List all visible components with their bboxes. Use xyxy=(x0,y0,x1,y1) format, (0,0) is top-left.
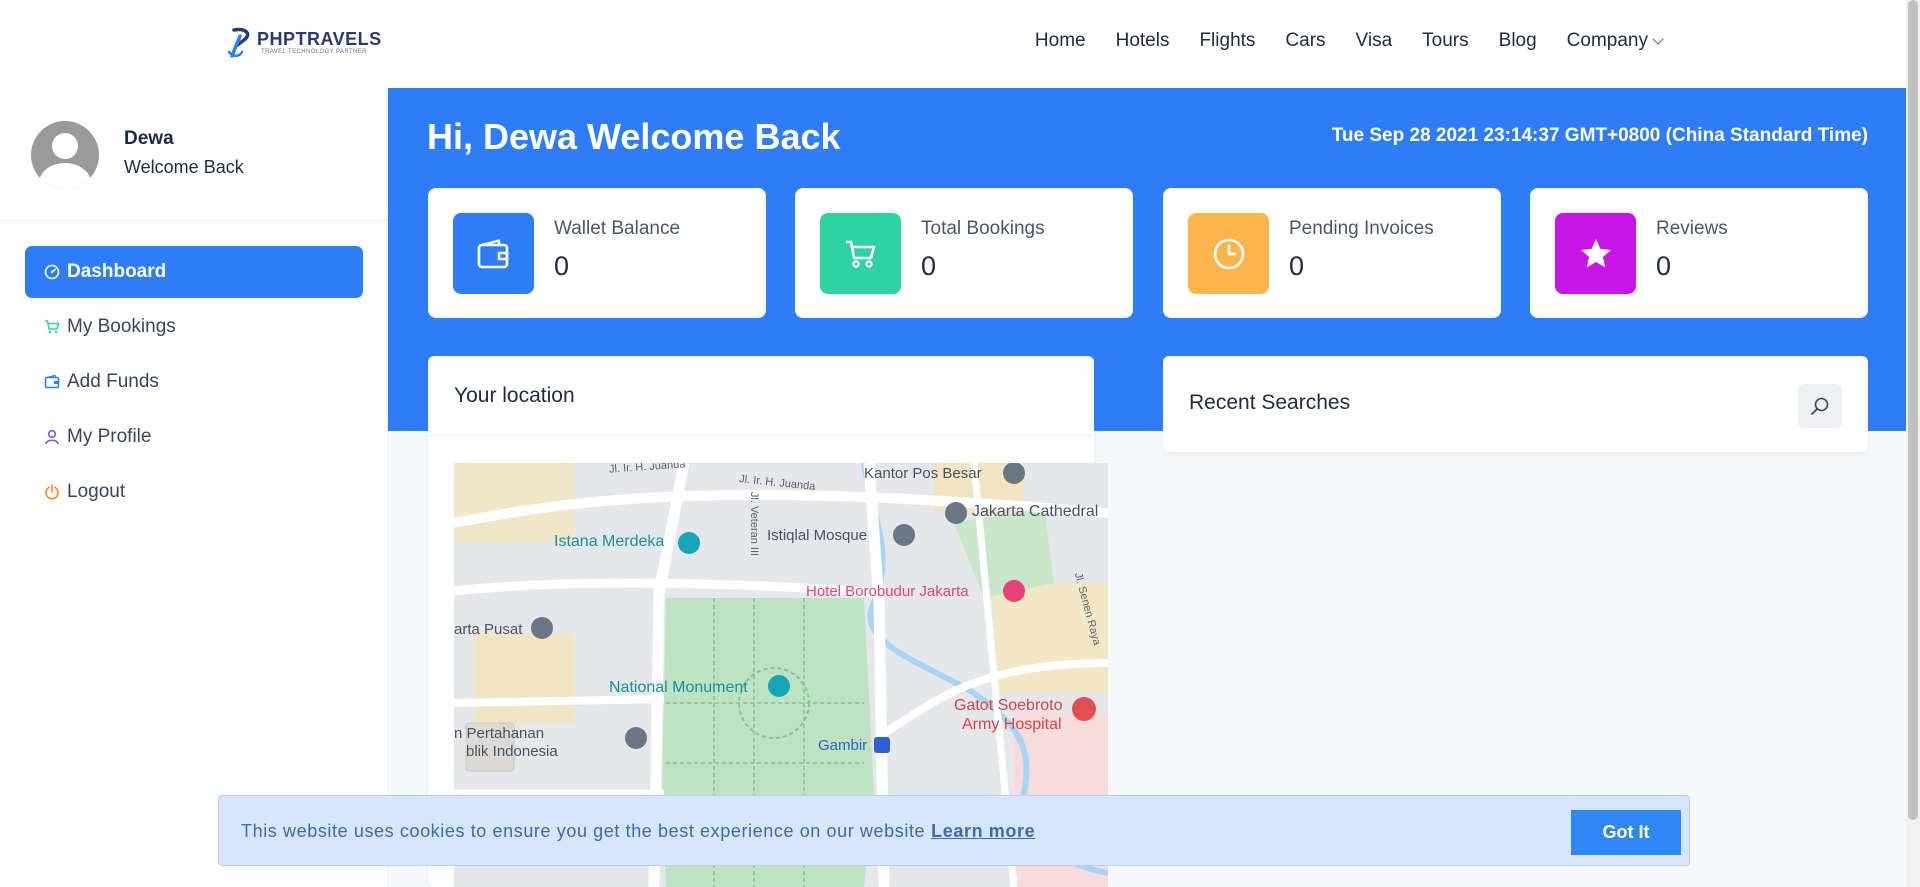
page-title: Hi, Dewa Welcome Back xyxy=(427,116,841,157)
power-icon xyxy=(43,483,61,501)
nav-home[interactable]: Home xyxy=(1035,30,1086,52)
got-it-button[interactable]: Got It xyxy=(1571,810,1681,855)
sidebar-item-label: My Bookings xyxy=(67,316,176,337)
cart-icon xyxy=(820,213,901,294)
stat-value: 0 xyxy=(554,251,570,281)
stat-label: Pending Invoices xyxy=(1289,218,1434,239)
search-icon xyxy=(1811,397,1829,415)
cookie-message-text: This website uses cookies to ensure you … xyxy=(241,821,926,841)
logo-icon xyxy=(227,27,250,58)
profile-card: Dewa Welcome Back xyxy=(0,88,387,221)
sidebar-menu: Dashboard My Bookings Add Funds My Profi… xyxy=(25,246,363,521)
sidebar-item-label: Logout xyxy=(67,481,126,502)
nav-hotels[interactable]: Hotels xyxy=(1116,30,1170,52)
brand-tagline: TRAVEL TECHNOLOGY PARTNER xyxy=(261,49,367,55)
location-title: Your location xyxy=(454,384,575,407)
stat-label: Wallet Balance xyxy=(554,218,681,239)
profile-name: Dewa xyxy=(124,128,174,149)
avatar xyxy=(31,121,99,189)
search-button[interactable] xyxy=(1798,384,1842,428)
nav-cars[interactable]: Cars xyxy=(1285,30,1325,52)
cookie-message: This website uses cookies to ensure you … xyxy=(241,821,1035,842)
map-label: Gambir xyxy=(818,737,868,754)
sidebar-item-label: Add Funds xyxy=(67,371,159,392)
stat-value: 0 xyxy=(1289,251,1305,281)
map-label: National Monument xyxy=(609,679,748,696)
map-label: Kantor Pos Besar xyxy=(864,465,982,482)
main-nav: Home Hotels Flights Cars Visa Tours Blog… xyxy=(1005,30,1664,52)
brand-name: PHPTRAVELS xyxy=(257,29,382,49)
page-scrollbar[interactable] xyxy=(1906,0,1920,887)
stat-value: 0 xyxy=(921,251,937,281)
sidebar-item-logout[interactable]: Logout xyxy=(25,466,363,518)
sidebar-item-my-profile[interactable]: My Profile xyxy=(25,411,363,463)
nav-visa[interactable]: Visa xyxy=(1356,30,1393,52)
sidebar-item-add-funds[interactable]: Add Funds xyxy=(25,356,363,408)
stat-label: Total Bookings xyxy=(921,218,1045,239)
map-label: Jakarta Cathedral xyxy=(972,503,1099,520)
map-label: Hotel Borobudur Jakarta xyxy=(806,583,969,600)
nav-company[interactable]: Company xyxy=(1566,30,1664,52)
profile-subtitle: Welcome Back xyxy=(124,157,244,177)
map-label: blik Indonesia xyxy=(466,743,558,760)
chevron-down-icon xyxy=(1652,32,1664,45)
learn-more-link[interactable]: Learn more xyxy=(931,821,1035,841)
sidebar: Dewa Welcome Back Dashboard My Bookings … xyxy=(0,88,388,887)
map-street: Jl. Veteran III xyxy=(748,491,761,557)
stat-value: 0 xyxy=(1656,251,1672,281)
sidebar-item-label: My Profile xyxy=(67,426,152,447)
star-icon xyxy=(1555,213,1636,294)
wallet-icon xyxy=(43,373,61,391)
main-content: Hi, Dewa Welcome Back Tue Sep 28 2021 23… xyxy=(388,88,1906,887)
stat-label: Reviews xyxy=(1656,218,1728,239)
user-icon xyxy=(43,428,61,446)
stat-card-wallet-balance: Wallet Balance 0 xyxy=(428,188,766,318)
cookie-consent-bar: This website uses cookies to ensure you … xyxy=(218,795,1690,866)
sidebar-item-dashboard[interactable]: Dashboard xyxy=(25,246,363,298)
map-label: Istiqlal Mosque xyxy=(767,527,868,544)
stat-card-reviews: Reviews 0 xyxy=(1530,188,1868,318)
sidebar-item-my-bookings[interactable]: My Bookings xyxy=(25,301,363,353)
top-navbar: PHPTRAVELS TRAVEL TECHNOLOGY PARTNER Hom… xyxy=(0,0,1906,88)
nav-flights[interactable]: Flights xyxy=(1199,30,1255,52)
map-label: n Pertahanan xyxy=(454,725,545,742)
cart-icon xyxy=(43,318,61,336)
brand-logo[interactable]: PHPTRAVELS TRAVEL TECHNOLOGY PARTNER xyxy=(226,26,382,60)
gauge-icon xyxy=(43,263,61,281)
scrollbar-thumb[interactable] xyxy=(1908,0,1918,820)
map-label: Army Hospital xyxy=(962,716,1062,733)
recent-searches-card: Recent Searches xyxy=(1163,356,1868,452)
map-label: Gatot Soebroto xyxy=(954,697,1063,714)
wallet-icon xyxy=(453,213,534,294)
nav-blog[interactable]: Blog xyxy=(1499,30,1537,52)
map-label: Istana Merdeka xyxy=(554,533,665,550)
stat-card-pending-invoices: Pending Invoices 0 xyxy=(1163,188,1501,318)
clock-icon xyxy=(1188,213,1269,294)
nav-tours[interactable]: Tours xyxy=(1422,30,1468,52)
nav-company-label: Company xyxy=(1566,30,1648,51)
map-label: arta Pusat xyxy=(454,621,523,638)
sidebar-item-label: Dashboard xyxy=(67,261,167,282)
current-datetime: Tue Sep 28 2021 23:14:37 GMT+0800 (China… xyxy=(1331,125,1868,146)
recent-searches-title: Recent Searches xyxy=(1189,391,1351,414)
stat-card-total-bookings: Total Bookings 0 xyxy=(795,188,1133,318)
